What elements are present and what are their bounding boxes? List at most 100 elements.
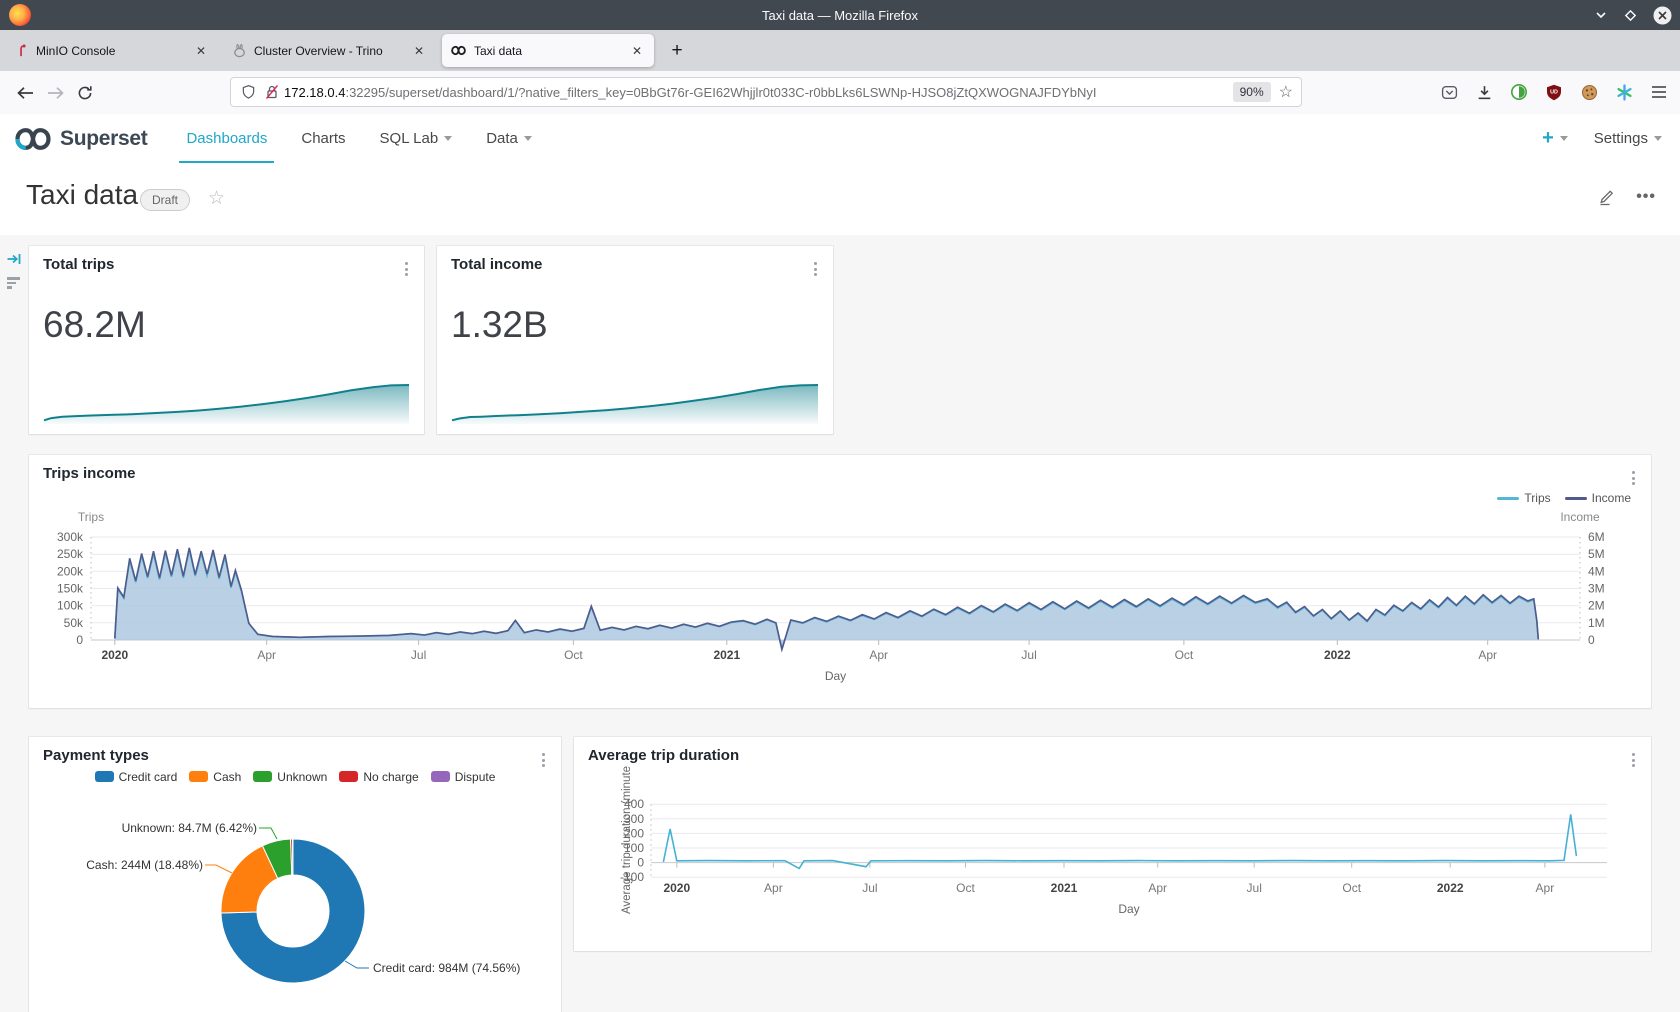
big-number-value: 1.32B xyxy=(451,304,548,346)
forward-button[interactable] xyxy=(40,78,70,108)
x-axis-name: Day xyxy=(1118,902,1139,916)
url-bar[interactable]: 172.18.0.4:32295/superset/dashboard/1/?n… xyxy=(230,77,1302,107)
chart-kebab-menu-icon[interactable] xyxy=(405,262,408,276)
reload-icon xyxy=(77,85,93,101)
y-axis-tick-label: 0 xyxy=(76,633,83,647)
big-number-value: 68.2M xyxy=(43,304,146,346)
page-zoom-badge[interactable]: 90% xyxy=(1233,82,1271,102)
dashboard-actions: ••• xyxy=(1597,187,1656,206)
avg-trip-duration-card: Average trip duration 4003002001000-100A… xyxy=(574,737,1651,951)
reload-button[interactable] xyxy=(70,78,100,108)
x-axis-tick-label: Jul xyxy=(411,648,426,662)
bookmark-star-icon[interactable]: ☆ xyxy=(1279,82,1293,102)
tracking-protection-shield-icon[interactable] xyxy=(241,84,256,100)
chevron-down-icon xyxy=(524,136,532,141)
tab-minio-console[interactable]: MinIO Console ✕ xyxy=(6,34,218,67)
y-axis-name: Trips xyxy=(78,510,104,524)
superset-navbar: Superset Dashboards Charts SQL Lab Data … xyxy=(0,114,1680,164)
menu-hamburger-icon[interactable] xyxy=(1648,81,1670,103)
tab-title: Taxi data xyxy=(474,44,628,58)
tab-close-icon[interactable]: ✕ xyxy=(628,42,646,60)
x-axis-tick-label: 2020 xyxy=(101,648,128,662)
containers-asterisk-icon[interactable] xyxy=(1613,81,1635,103)
superset-logo-icon xyxy=(12,122,56,156)
cookie-icon[interactable] xyxy=(1578,81,1600,103)
x-axis-tick-label: Apr xyxy=(1148,881,1167,895)
superset-brand[interactable]: Superset xyxy=(12,114,147,163)
insecure-lock-icon[interactable] xyxy=(264,84,280,100)
x-axis-tick-label: Oct xyxy=(1175,648,1194,662)
new-tab-button[interactable]: + xyxy=(663,37,691,65)
url-path: :32295/superset/dashboard/1/?native_filt… xyxy=(345,85,1096,100)
filter-funnel-icon[interactable] xyxy=(7,277,20,289)
x-axis-name: Day xyxy=(825,669,846,683)
pocket-icon[interactable] xyxy=(1438,81,1460,103)
chevron-down-icon xyxy=(1560,136,1568,141)
firefox-window: Taxi data — Mozilla Firefox MinIO Consol… xyxy=(0,0,1680,1012)
callout-line xyxy=(205,865,232,873)
tab-close-icon[interactable]: ✕ xyxy=(192,42,210,60)
browser-toolbar: 172.18.0.4:32295/superset/dashboard/1/?n… xyxy=(0,71,1680,115)
x-axis-tick-label: 2022 xyxy=(1437,881,1464,895)
y-axis-tick-label: 300k xyxy=(57,530,84,544)
superset-brand-text: Superset xyxy=(60,127,147,151)
donut-callout-label: Unknown: 84.7M (6.42%) xyxy=(122,821,257,835)
downloads-icon[interactable] xyxy=(1473,81,1495,103)
x-axis-tick-label: 2021 xyxy=(713,648,740,662)
window-minimize-icon[interactable] xyxy=(1594,8,1608,22)
tab-close-icon[interactable]: ✕ xyxy=(410,42,428,60)
avg-trip-duration-chart: 4003002001000-100Average trip duration (… xyxy=(574,737,1651,956)
more-options-icon[interactable]: ••• xyxy=(1636,188,1656,206)
y-axis-tick-label: 3M xyxy=(1588,582,1605,596)
nav-item-data[interactable]: Data xyxy=(469,114,549,163)
expand-filter-bar-icon[interactable] xyxy=(6,251,22,267)
superset-favicon xyxy=(450,43,467,58)
superset-nav-right: + Settings xyxy=(1542,114,1662,163)
x-axis-tick-label: 2020 xyxy=(663,881,690,895)
edit-pencil-icon[interactable] xyxy=(1597,187,1616,206)
x-axis-tick-label: Jul xyxy=(862,881,877,895)
window-title: Taxi data — Mozilla Firefox xyxy=(0,8,1680,23)
draft-status-badge: Draft xyxy=(140,189,190,211)
x-axis-tick-label: Apr xyxy=(1478,648,1497,662)
trips-income-chart: 300k250k200k150k100k50k06M5M4M3M2M1M0Tri… xyxy=(29,455,1651,713)
trino-bunny-icon xyxy=(232,43,247,58)
x-axis-tick-label: Oct xyxy=(1342,881,1361,895)
callout-line xyxy=(345,961,369,968)
y-axis-tick-label: 150k xyxy=(57,582,84,596)
y-axis-name: Average trip duration (minute xyxy=(621,766,633,914)
window-close-icon[interactable] xyxy=(1653,6,1672,25)
payment-types-donut-chart: Unknown: 84.7M (6.42%)Cash: 244M (18.48%… xyxy=(29,737,561,1012)
total-income-sparkline xyxy=(451,380,819,424)
ublock-shield-icon[interactable]: UD xyxy=(1543,81,1565,103)
window-maximize-icon[interactable] xyxy=(1624,9,1637,22)
y-axis-tick-label: 5M xyxy=(1588,547,1605,561)
x-axis-tick-label: Oct xyxy=(564,648,583,662)
back-arrow-icon xyxy=(17,86,34,100)
superset-nav-items: Dashboards Charts SQL Lab Data xyxy=(169,114,548,163)
tab-strip: MinIO Console ✕ Cluster Overview - Trino… xyxy=(0,30,1680,71)
chevron-down-icon xyxy=(1654,136,1662,141)
x-axis-tick-label: Jul xyxy=(1021,648,1036,662)
back-button[interactable] xyxy=(10,78,40,108)
chart-kebab-menu-icon[interactable] xyxy=(814,262,817,276)
favorite-star-icon[interactable]: ☆ xyxy=(208,187,225,210)
nav-item-sql-lab[interactable]: SQL Lab xyxy=(363,114,470,163)
tab-title: Cluster Overview - Trino xyxy=(254,44,410,58)
dashboard-header: Taxi data Draft ☆ ••• xyxy=(0,163,1680,235)
toolbar-extensions: UD xyxy=(1438,77,1670,107)
url-text[interactable]: 172.18.0.4:32295/superset/dashboard/1/?n… xyxy=(284,85,1233,100)
tab-trino-cluster-overview[interactable]: Cluster Overview - Trino ✕ xyxy=(224,34,436,67)
x-axis-tick-label: Apr xyxy=(257,648,276,662)
nav-item-dashboards[interactable]: Dashboards xyxy=(169,114,284,163)
privacy-extension-icon[interactable] xyxy=(1508,81,1530,103)
settings-menu[interactable]: Settings xyxy=(1594,130,1662,147)
y-axis-tick-label: 2M xyxy=(1588,599,1605,613)
tab-taxi-data-active[interactable]: Taxi data ✕ xyxy=(442,34,654,67)
dashboard-body: Total trips 68.2M Total income 1.32B xyxy=(0,235,1680,1012)
tab-title: MinIO Console xyxy=(36,44,192,58)
total-income-card: Total income 1.32B xyxy=(437,246,833,434)
add-new-button[interactable]: + xyxy=(1542,127,1568,150)
nav-item-charts[interactable]: Charts xyxy=(284,114,362,163)
y-axis-tick-label: 200k xyxy=(57,564,84,578)
